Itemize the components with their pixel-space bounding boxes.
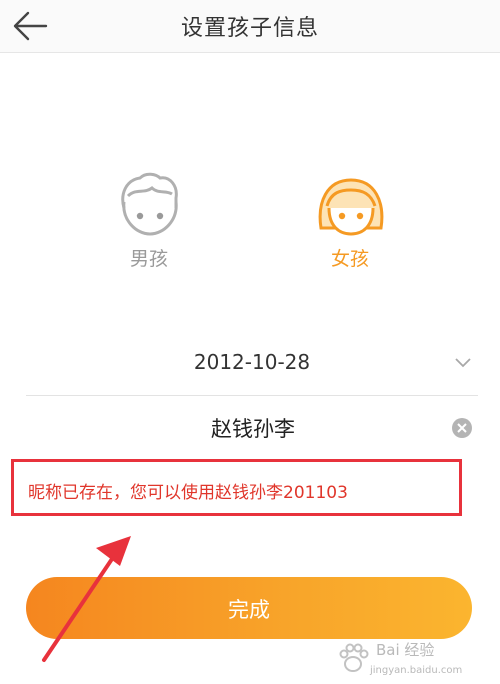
done-button[interactable]: 完成: [26, 577, 472, 639]
nickname-row: [26, 406, 478, 450]
gender-option-boy[interactable]: 男孩: [104, 172, 194, 282]
watermark-url: jingyan.baidu.com: [370, 665, 463, 676]
gender-label-boy: 男孩: [129, 248, 168, 270]
girl-avatar-icon: [318, 178, 384, 236]
gender-label-girl: 女孩: [330, 248, 369, 270]
top-bar: 设置孩子信息: [0, 0, 500, 53]
clear-input-button[interactable]: [452, 418, 472, 438]
nickname-input[interactable]: [86, 410, 420, 446]
birthday-value: 2012-10-28: [193, 350, 311, 374]
close-icon: [457, 423, 467, 433]
done-button-label: 完成: [228, 598, 270, 622]
birthday-picker[interactable]: 2012-10-28: [26, 338, 478, 396]
page-title: 设置孩子信息: [180, 16, 319, 41]
error-highlight-box: 昵称已存在，您可以使用赵钱孙李201103: [11, 459, 462, 516]
chevron-down-icon: [455, 358, 471, 368]
error-message: 昵称已存在，您可以使用赵钱孙李201103: [28, 483, 348, 503]
baidu-jingyan-watermark: Bai 经验 jingyan.baidu.com: [336, 637, 476, 681]
gender-option-girl[interactable]: 女孩: [305, 172, 395, 282]
watermark-brand: Bai 经验: [376, 641, 435, 659]
paw-logo-icon: [339, 643, 369, 672]
boy-avatar-icon: [121, 172, 178, 236]
